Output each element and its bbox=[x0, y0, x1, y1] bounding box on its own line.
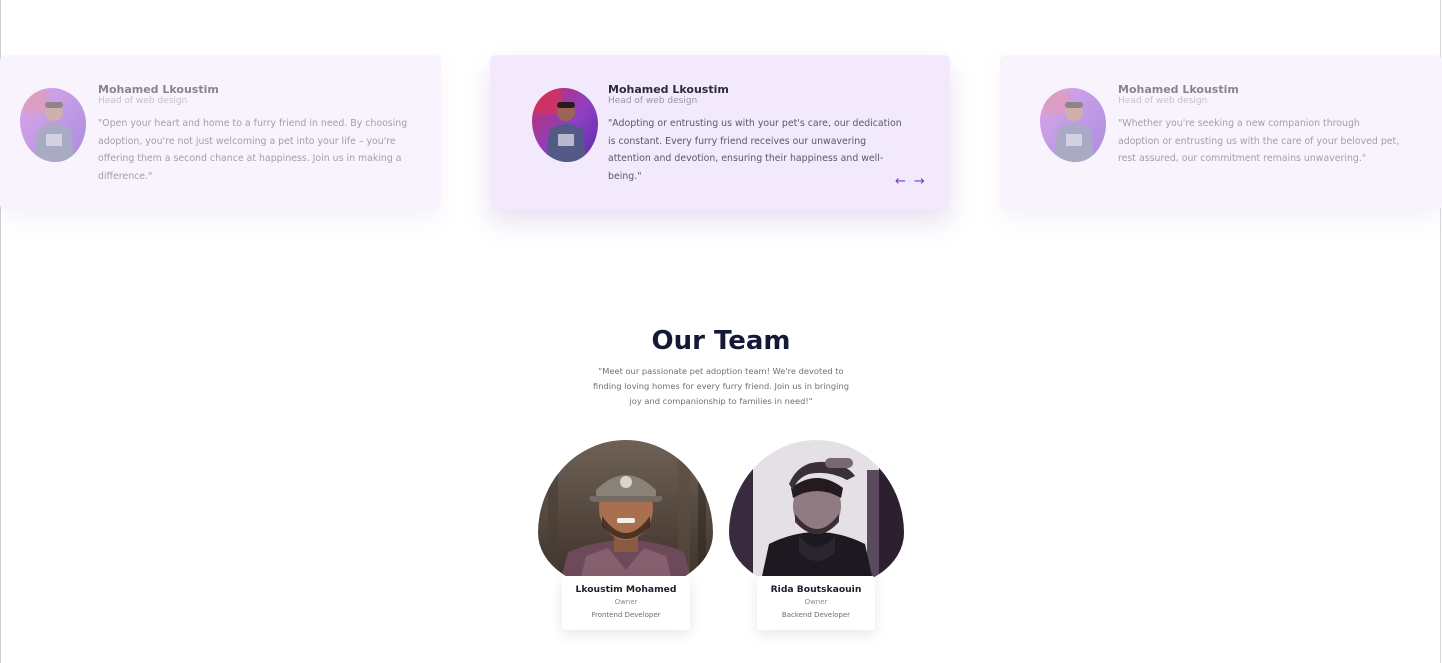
team-member-name: Rida Boutskaouin bbox=[770, 584, 862, 595]
team-member-photo bbox=[538, 440, 713, 590]
testimonial-card: Mohamed Lkoustim Head of web design "Ope… bbox=[0, 55, 441, 210]
page: Mohamed Lkoustim Head of web design "Ope… bbox=[0, 0, 1442, 663]
team-member-card: Lkoustim Mohamed Owner Frontend Develope… bbox=[538, 440, 713, 632]
team-member-info: Rida Boutskaouin Owner Backend Developer bbox=[757, 576, 875, 630]
testimonial-quote: "Adopting or entrusting us with your pet… bbox=[608, 118, 902, 182]
testimonial-avatar bbox=[1040, 88, 1106, 162]
previous-arrow-icon[interactable]: ← bbox=[895, 175, 906, 189]
testimonial-name: Mohamed Lkoustim bbox=[1118, 83, 1239, 96]
avatar-image bbox=[1040, 88, 1106, 162]
carousel-controls: ← → bbox=[895, 175, 925, 189]
team-member-role: Owner bbox=[614, 598, 638, 606]
team-member-role: Owner bbox=[804, 598, 828, 606]
team-member-title: Frontend Developer bbox=[591, 611, 661, 619]
avatar-image bbox=[532, 88, 598, 162]
team-member-info: Lkoustim Mohamed Owner Frontend Develope… bbox=[562, 576, 690, 630]
member-image bbox=[729, 440, 904, 590]
testimonial-name: Mohamed Lkoustim bbox=[608, 83, 729, 96]
testimonial-role: Head of web design bbox=[98, 96, 188, 106]
team-member-name: Lkoustim Mohamed bbox=[575, 584, 677, 595]
team-member-card: Rida Boutskaouin Owner Backend Developer bbox=[729, 440, 904, 632]
avatar-image bbox=[20, 88, 86, 162]
testimonial-card-active: Mohamed Lkoustim Head of web design "Ado… bbox=[490, 55, 950, 210]
next-arrow-icon[interactable]: → bbox=[914, 175, 925, 189]
team-member-title: Backend Developer bbox=[781, 611, 851, 619]
testimonial-role: Head of web design bbox=[608, 96, 698, 106]
member-image bbox=[538, 440, 713, 590]
team-heading: Our Team bbox=[651, 326, 791, 356]
team-member-photo bbox=[729, 440, 904, 590]
testimonial-avatar bbox=[20, 88, 86, 162]
testimonial-avatar bbox=[532, 88, 598, 162]
testimonial-card: Mohamed Lkoustim Head of web design "Whe… bbox=[1000, 55, 1442, 210]
testimonial-quote: "Open your heart and home to a furry fri… bbox=[98, 118, 408, 182]
testimonial-quote: "Whether you're seeking a new companion … bbox=[1118, 118, 1400, 164]
testimonial-name: Mohamed Lkoustim bbox=[98, 83, 219, 96]
team-description: "Meet our passionate pet adoption team! … bbox=[592, 366, 849, 406]
testimonial-role: Head of web design bbox=[1118, 96, 1208, 106]
